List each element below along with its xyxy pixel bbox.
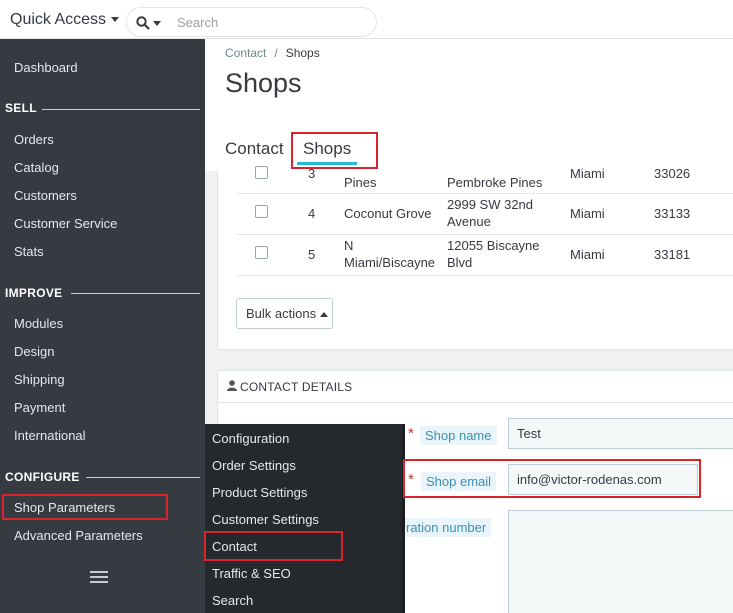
cell-city: Miami: [570, 166, 605, 181]
submenu-item-contact[interactable]: Contact: [212, 539, 257, 554]
submenu-border: [402, 424, 405, 613]
sidebar-item-design[interactable]: Design: [14, 344, 54, 359]
cell-name-line2: Miami/Biscayne: [344, 255, 436, 270]
chevron-up-icon: [320, 312, 329, 318]
submenu-item-traffic-seo[interactable]: Traffic & SEO: [212, 566, 291, 581]
row-checkbox[interactable]: [255, 205, 268, 218]
section-divider: [71, 293, 200, 294]
breadcrumb-current: Shops: [285, 46, 320, 60]
table-row: 5 N Miami/Biscayne 12055 Biscayne Blvd M…: [237, 235, 733, 276]
cell-address-line1: 12055 Biscayne: [447, 238, 540, 253]
section-divider: [42, 109, 200, 110]
shop-name-field[interactable]: [508, 418, 733, 449]
sidebar-item-advanced-parameters[interactable]: Advanced Parameters: [14, 528, 143, 543]
breadcrumb-link-contact[interactable]: Contact: [225, 46, 266, 60]
cell-city: Miami: [570, 247, 605, 262]
bulk-actions-label: Bulk actions: [246, 306, 317, 321]
top-bar: Quick Access: [0, 0, 733, 39]
section-improve: IMPROVE: [5, 286, 63, 300]
breadcrumb-separator: /: [274, 46, 278, 60]
user-icon: [227, 380, 237, 391]
required-marker: *: [408, 425, 414, 442]
sidebar-item-payment[interactable]: Payment: [14, 400, 65, 415]
search-box: [126, 7, 377, 37]
shop-parameters-submenu: Configuration Order Settings Product Set…: [205, 424, 402, 613]
submenu-item-product-settings[interactable]: Product Settings: [212, 485, 307, 500]
table-row: 3 Pines Pembroke Pines Miami 33026: [237, 166, 733, 194]
submenu-item-configuration[interactable]: Configuration: [212, 431, 289, 446]
shop-name-label: Shop name: [420, 426, 497, 445]
chevron-down-icon: [153, 21, 161, 26]
shop-email-label: Shop email: [421, 472, 497, 491]
sidebar-item-customer-service[interactable]: Customer Service: [14, 216, 117, 231]
submenu-item-customer-settings[interactable]: Customer Settings: [212, 512, 319, 527]
quick-access-dropdown[interactable]: Quick Access: [10, 11, 120, 29]
quick-access-label: Quick Access: [10, 11, 107, 28]
cell-address: Pembroke Pines: [447, 175, 543, 190]
search-type-button[interactable]: [136, 15, 166, 31]
sidebar-item-catalog[interactable]: Catalog: [14, 160, 59, 175]
panel-title: CONTACT DETAILS: [240, 380, 353, 394]
cell-id: 5: [308, 247, 316, 262]
section-divider: [86, 477, 200, 478]
section-configure: CONFIGURE: [5, 470, 80, 484]
cell-address-line2: Avenue: [447, 214, 491, 229]
bulk-actions-button[interactable]: Bulk actions: [236, 298, 333, 329]
sidebar-item-stats[interactable]: Stats: [14, 244, 44, 259]
cell-name: Pines: [344, 175, 377, 190]
page-title: Shops: [225, 68, 302, 98]
sidebar-nav: Dashboard SELL Orders Catalog Customers …: [0, 39, 205, 613]
required-marker: *: [408, 471, 414, 488]
table-row: 4 Coconut Grove 2999 SW 32nd Avenue Miam…: [237, 194, 733, 235]
cell-address-line1: 2999 SW 32nd: [447, 197, 534, 212]
sidebar-item-modules[interactable]: Modules: [14, 316, 63, 331]
shop-email-field[interactable]: [508, 464, 698, 495]
sidebar-item-orders[interactable]: Orders: [14, 132, 54, 147]
menu-collapse-icon[interactable]: [90, 571, 108, 583]
search-icon: [136, 16, 150, 30]
tab-contact[interactable]: Contact: [225, 139, 284, 159]
cell-name: Coconut Grove: [344, 206, 432, 221]
section-sell: SELL: [5, 101, 37, 115]
panel-heading: CONTACT DETAILS: [218, 371, 733, 403]
sidebar-item-international[interactable]: International: [14, 428, 86, 443]
sidebar-item-dashboard[interactable]: Dashboard: [14, 60, 78, 75]
row-checkbox[interactable]: [255, 166, 268, 179]
cell-id: 4: [308, 206, 316, 221]
submenu-item-search[interactable]: Search: [212, 593, 253, 608]
submenu-item-order-settings[interactable]: Order Settings: [212, 458, 296, 473]
cell-zip: 33181: [654, 247, 691, 262]
page-header: Contact / Shops Shops Contact Shops: [205, 39, 733, 171]
cell-zip: 33133: [654, 206, 691, 221]
registration-number-field[interactable]: [508, 510, 733, 613]
cell-name-line1: N: [344, 238, 354, 253]
sidebar-item-shipping[interactable]: Shipping: [14, 372, 65, 387]
cell-address-line2: Blvd: [447, 255, 473, 270]
row-checkbox[interactable]: [255, 246, 268, 259]
cell-zip: 33026: [654, 166, 691, 181]
tab-shops[interactable]: Shops: [303, 139, 351, 159]
search-input[interactable]: [177, 12, 367, 32]
sidebar-item-customers[interactable]: Customers: [14, 188, 77, 203]
active-tab-indicator: [297, 162, 357, 165]
registration-number-label: ration number: [401, 518, 492, 537]
chevron-down-icon: [111, 17, 120, 23]
sidebar-item-shop-parameters[interactable]: Shop Parameters: [14, 500, 115, 515]
breadcrumb: Contact / Shops: [225, 46, 320, 60]
cell-city: Miami: [570, 206, 605, 221]
cell-id: 3: [308, 166, 316, 181]
